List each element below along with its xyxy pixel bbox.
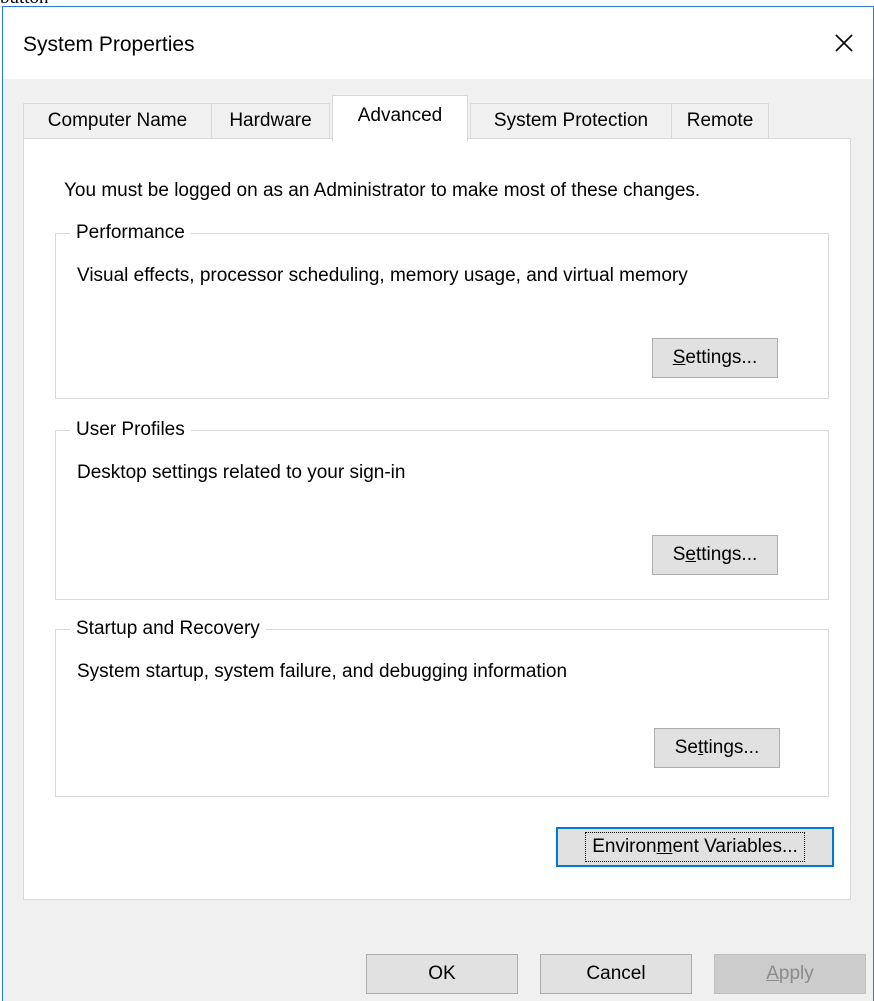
startup-recovery-settings-button[interactable]: Settings... bbox=[654, 728, 780, 768]
system-properties-dialog: System Properties Computer Name Hardware… bbox=[2, 6, 874, 1001]
environment-variables-button[interactable]: Environment Variables... bbox=[556, 827, 834, 867]
startup-recovery-group: Startup and Recovery System startup, sys… bbox=[55, 617, 829, 797]
tab-hardware[interactable]: Hardware bbox=[211, 103, 330, 139]
tab-advanced[interactable]: Advanced bbox=[332, 95, 468, 141]
user-profiles-settings-button[interactable]: Settings... bbox=[652, 535, 778, 575]
tab-system-protection[interactable]: System Protection bbox=[470, 103, 672, 139]
tab-remote[interactable]: Remote bbox=[671, 103, 769, 139]
tab-strip: Computer Name Hardware Advanced System P… bbox=[23, 95, 783, 141]
user-profiles-label: User Profiles bbox=[70, 418, 191, 442]
startup-recovery-description: System startup, system failure, and debu… bbox=[77, 661, 568, 682]
ok-button[interactable]: OK bbox=[366, 954, 518, 994]
user-profiles-group: User Profiles Desktop settings related t… bbox=[55, 418, 829, 600]
cancel-button[interactable]: Cancel bbox=[540, 954, 692, 994]
user-profiles-description: Desktop settings related to your sign-in bbox=[77, 462, 406, 483]
close-button[interactable] bbox=[815, 7, 873, 79]
close-icon bbox=[835, 34, 853, 52]
performance-settings-button[interactable]: Settings... bbox=[652, 338, 778, 378]
apply-button[interactable]: Apply bbox=[714, 954, 866, 994]
advanced-tab-panel: You must be logged on as an Administrato… bbox=[23, 138, 851, 900]
performance-label: Performance bbox=[70, 221, 191, 245]
window-title: System Properties bbox=[23, 33, 195, 56]
title-bar[interactable]: System Properties bbox=[3, 7, 873, 79]
tab-computer-name[interactable]: Computer Name bbox=[23, 103, 212, 139]
performance-group: Performance Visual effects, processor sc… bbox=[55, 221, 829, 399]
performance-description: Visual effects, processor scheduling, me… bbox=[77, 265, 688, 286]
startup-recovery-label: Startup and Recovery bbox=[70, 617, 266, 641]
admin-note: You must be logged on as an Administrato… bbox=[64, 180, 701, 201]
